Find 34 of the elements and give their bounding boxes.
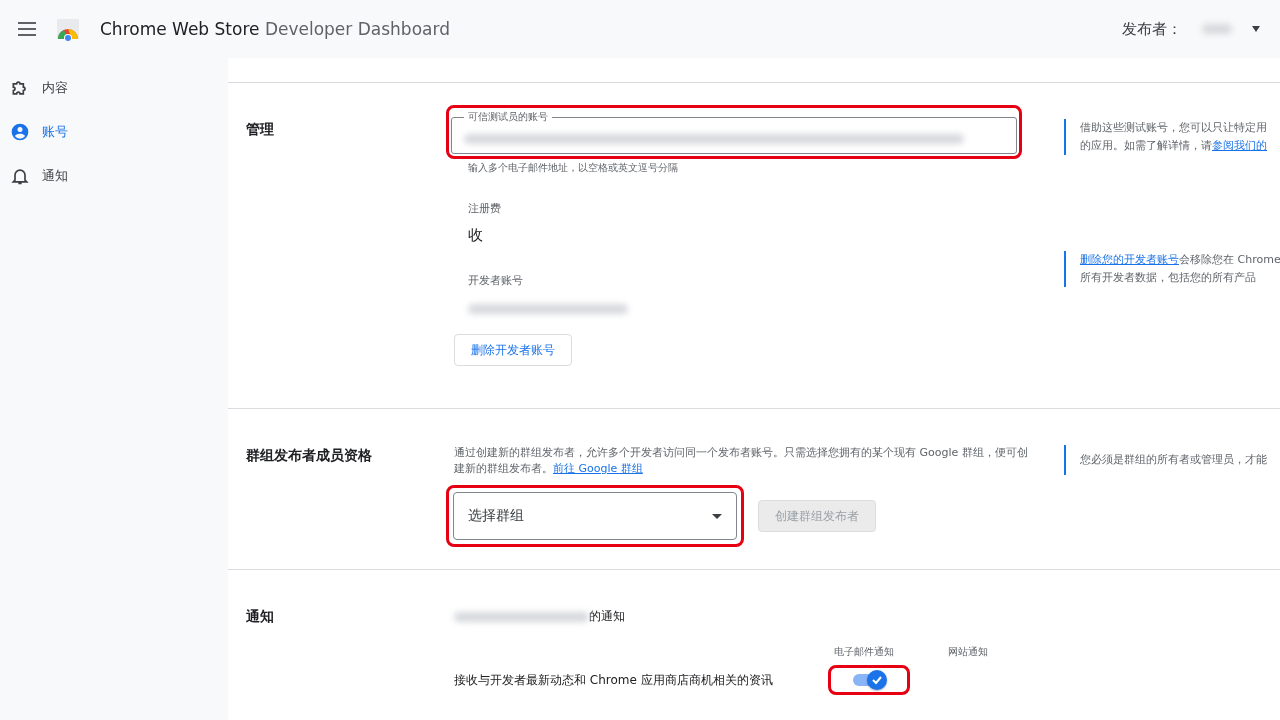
- section-title: 通知: [245, 608, 275, 626]
- publisher-label: 发布者：: [1122, 19, 1182, 39]
- notification-option: 接收与开发者最新动态和 Chrome 应用商店商机相关的资讯: [454, 671, 814, 689]
- info-note: 删除您的开发者账号会移除您在 Chrome 所有开发者数据，包括您的所有产品: [1064, 251, 1280, 287]
- chrome-logo-icon: [56, 17, 80, 41]
- delete-account-button[interactable]: 删除开发者账号: [454, 334, 572, 366]
- section-title: 管理: [245, 120, 275, 139]
- email-notifications-heading: 的通知: [589, 608, 625, 625]
- section-title: 群组发布者成员资格: [245, 446, 373, 465]
- docs-link[interactable]: 参阅我们的: [1212, 139, 1267, 152]
- menu-icon[interactable]: [18, 22, 36, 36]
- group-description: 通过创建新的群组发布者，允许多个开发者访问同一个发布者账号。只需选择您拥有的某个现有 Google 群组，便可创建新的群组发布者。前往 Google 群组: [454, 445, 1029, 477]
- google-groups-link[interactable]: 前往 Google 群组: [553, 462, 643, 475]
- sidebar-item[interactable]: 内容: [0, 66, 228, 110]
- field-label: 注册费: [468, 201, 502, 216]
- delete-account-link[interactable]: 删除您的开发者账号: [1080, 253, 1179, 266]
- check-icon: [871, 674, 883, 686]
- column-header: 网站通知: [947, 645, 989, 659]
- account-icon: [10, 122, 30, 142]
- info-note: 借助这些测试账号，您可以只让特定用 的应用。如需了解详情，请参阅我们的: [1064, 119, 1267, 155]
- group-select[interactable]: 选择群组: [453, 492, 737, 540]
- testers-field[interactable]: 可信测试员的账号: [451, 110, 1017, 154]
- sidebar-item[interactable]: 通知: [0, 154, 228, 198]
- field-hint: 输入多个电子邮件地址，以空格或英文逗号分隔: [468, 161, 679, 175]
- dropdown-caret-icon[interactable]: [1252, 26, 1260, 32]
- info-note: 您必须是群组的所有者或管理员，才能: [1064, 445, 1280, 475]
- redacted-publisher: [1202, 24, 1232, 34]
- bell-icon: [10, 166, 30, 186]
- field-value: 收: [468, 226, 484, 245]
- column-header: 电子邮件通知: [833, 645, 895, 659]
- app-title: Chrome Web Store Developer Dashboard: [100, 19, 450, 39]
- field-label: 开发者账号: [468, 273, 524, 288]
- dropdown-caret-icon: [712, 513, 722, 519]
- sidebar-item[interactable]: 账号: [0, 110, 228, 154]
